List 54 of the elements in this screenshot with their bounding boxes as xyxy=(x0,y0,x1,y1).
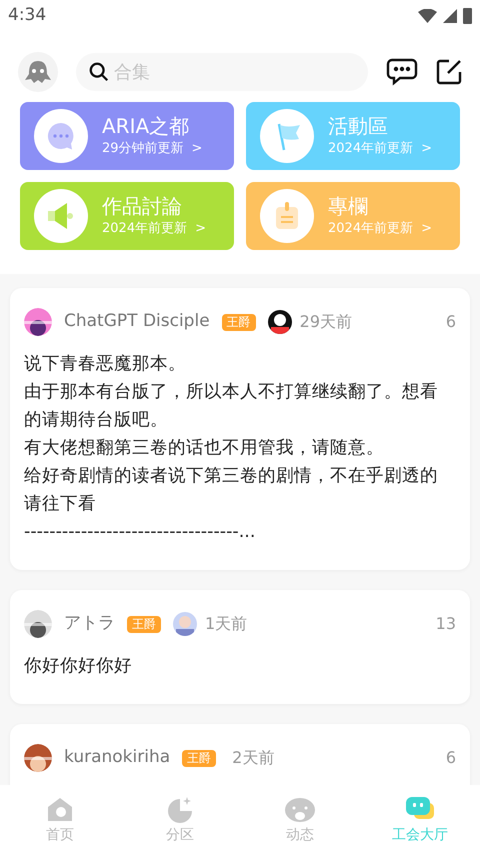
reply-count: 6 xyxy=(446,747,456,769)
rank-badge: 王爵 xyxy=(182,750,216,766)
mascot-icon xyxy=(24,60,52,84)
edit-icon[interactable] xyxy=(436,59,462,85)
section-title: 活動區 xyxy=(328,113,389,140)
profile-avatar[interactable] xyxy=(18,52,58,92)
section-updated: 29分钟前更新 xyxy=(102,140,184,158)
section-card[interactable]: 作品討論 2024年前更新 > xyxy=(20,182,234,250)
section-title: 專欄 xyxy=(328,193,369,220)
section-card[interactable]: ARIA之都 29分钟前更新 > xyxy=(20,102,234,170)
author-name[interactable]: ChatGPT Disciple xyxy=(64,309,210,335)
post-card[interactable]: ChatGPT Disciple 王爵 29天前 6 说下青春恶魔那本。 由于那本有台版了，所以本人不打算继续翻了。想看的请期待台版吧。 有大佬想翻第三卷的话也不用管我，请随意。 给好奇剧情的读者说下第三卷的剧情，不在乎剧透的请往下看 ----------------------------------... xyxy=(10,288,470,570)
reply-count: 13 xyxy=(436,613,456,635)
author-name[interactable]: アトラ xyxy=(64,611,115,637)
nav-tab[interactable]: 分区 xyxy=(120,785,240,855)
post-time: 1天前 xyxy=(205,613,248,635)
wifi-icon xyxy=(418,9,437,23)
section-icon xyxy=(260,189,314,243)
section-card[interactable]: 專欄 2024年前更新 > xyxy=(246,182,460,250)
section-updated: 2024年前更新 xyxy=(102,220,188,238)
post-time: 29天前 xyxy=(300,311,352,333)
post-card[interactable]: アトラ 王爵 1天前 13 你好你好你好 xyxy=(10,590,470,704)
post-text: 说下青春恶魔那本。 xyxy=(24,353,187,376)
rank-badge: 王爵 xyxy=(222,314,256,330)
nav-tab[interactable]: 动态 xyxy=(240,785,360,855)
post-text: ----------------------------------... xyxy=(24,521,256,544)
section-updated: 2024年前更新 xyxy=(328,220,414,238)
post-text: 有大佬想翻第三卷的话也不用管我，请随意。 xyxy=(24,437,385,460)
search-icon xyxy=(88,61,110,83)
author-name[interactable]: kuranokiriha xyxy=(64,745,170,771)
rank-badge: 王爵 xyxy=(127,616,161,632)
section-title: 作品討論 xyxy=(102,193,183,220)
post-time: 2天前 xyxy=(232,747,274,769)
section-title: ARIA之都 xyxy=(102,113,190,140)
post-text: 你好你好你好 xyxy=(24,655,133,678)
section-card[interactable]: 活動區 2024年前更新 > xyxy=(246,102,460,170)
chevron-icon: > xyxy=(192,139,202,159)
section-icon xyxy=(34,189,88,243)
post-card[interactable]: kuranokiriha 王爵 2天前 6 xyxy=(10,724,470,785)
section-updated: 2024年前更新 xyxy=(328,140,414,158)
section-icon xyxy=(260,109,314,163)
chevron-icon: > xyxy=(421,139,432,159)
reply-count: 6 xyxy=(446,311,456,333)
status-time: 4:34 xyxy=(8,4,46,28)
signal-icon xyxy=(443,9,457,23)
post-text: 给好奇剧情的读者说下第三卷的剧情，不在乎剧透的请往下看 xyxy=(24,465,439,516)
chevron-icon: > xyxy=(421,219,432,239)
chevron-icon: > xyxy=(195,219,206,239)
nav-tab[interactable]: 首页 xyxy=(0,785,120,855)
section-icon xyxy=(34,109,88,163)
battery-icon xyxy=(463,8,472,24)
nav-tab[interactable]: 工会大厅 xyxy=(360,785,480,855)
message-icon[interactable] xyxy=(386,58,418,86)
post-text: 由于那本有台版了，所以本人不打算继续翻了。想看的请期待台版吧。 xyxy=(24,381,439,432)
